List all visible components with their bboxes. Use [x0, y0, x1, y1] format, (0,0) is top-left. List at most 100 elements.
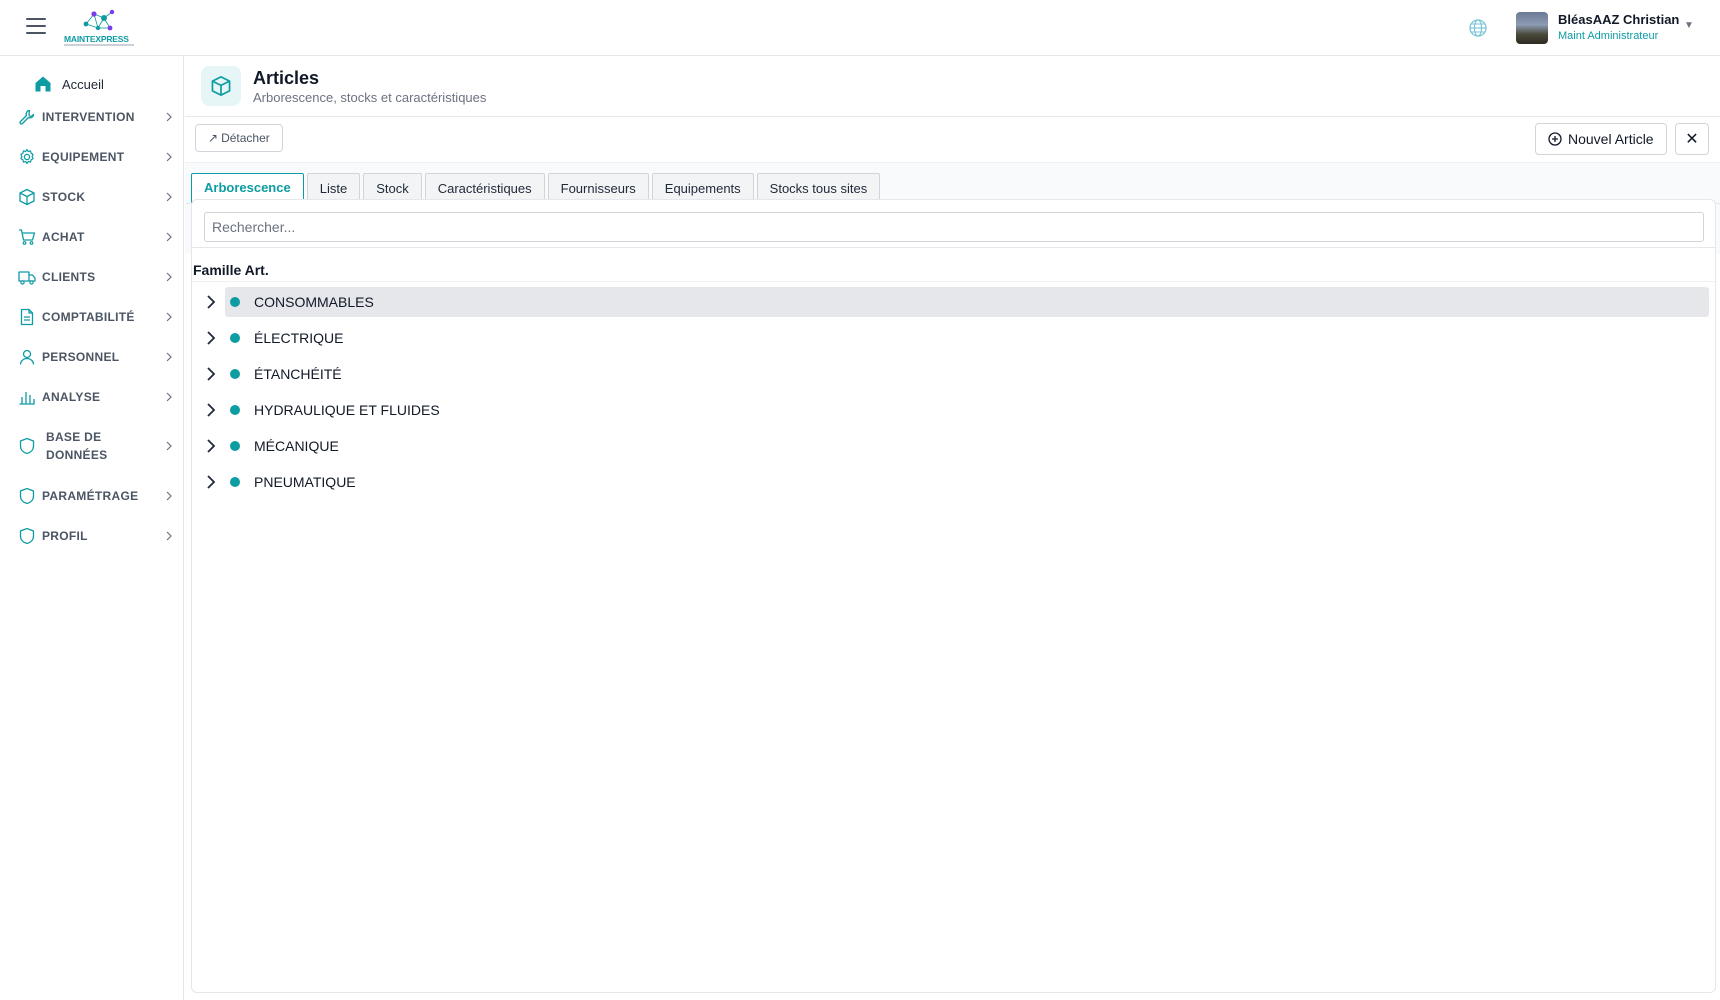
hamburger-menu-icon[interactable]	[26, 18, 46, 36]
chevron-right-icon	[166, 232, 172, 242]
chevron-right-icon	[166, 392, 172, 402]
page-icon	[201, 66, 241, 106]
box-icon	[19, 188, 35, 206]
chevron-right-icon	[166, 272, 172, 282]
tree-node-label: ÉTANCHÉITÉ	[254, 366, 342, 382]
tree-node-label: CONSOMMABLES	[254, 294, 374, 310]
main-content: Articles Arborescence, stocks et caracté…	[185, 56, 1720, 1000]
tree-column-header: Famille Art.	[192, 260, 1715, 282]
tree-node-pneumatique[interactable]: PNEUMATIQUE	[192, 464, 1715, 500]
sidebar-item-label: STOCK	[42, 190, 86, 204]
chevron-right-icon	[166, 441, 172, 451]
new-article-label: Nouvel Article	[1568, 131, 1654, 147]
tree-node-label: PNEUMATIQUE	[254, 474, 356, 490]
search-bar	[192, 200, 1715, 248]
avatar[interactable]	[1516, 12, 1548, 44]
sidebar-item-analyse[interactable]: ANALYSE	[18, 388, 174, 406]
sidebar-item-achat[interactable]: ACHAT	[18, 228, 174, 246]
box-icon	[211, 75, 231, 97]
tree-node-label: MÉCANIQUE	[254, 438, 339, 454]
tree-node-consommables[interactable]: CONSOMMABLES	[192, 284, 1715, 320]
chevron-right-icon[interactable]	[205, 366, 217, 382]
chevron-down-icon[interactable]: ▼	[1684, 20, 1694, 31]
chevron-right-icon	[166, 312, 172, 322]
sidebar-item-label: COMPTABILITÉ	[42, 310, 135, 324]
tree-node-label: ÉLECTRIQUE	[254, 330, 344, 346]
chevron-right-icon	[166, 152, 172, 162]
shield-icon	[19, 527, 35, 545]
chevron-right-icon	[166, 192, 172, 202]
chevron-right-icon[interactable]	[205, 402, 217, 418]
shield-icon	[19, 437, 35, 455]
tree-node-etancheite[interactable]: ÉTANCHÉITÉ	[192, 356, 1715, 392]
page-title: Articles	[253, 68, 320, 88]
status-dot	[230, 405, 240, 415]
sidebar-item-base-de-donnees[interactable]: BASE DE DONNÉES	[18, 428, 174, 464]
sidebar-item-label: CLIENTS	[42, 270, 96, 284]
sidebar-item-label: ACHAT	[42, 230, 85, 244]
sidebar-item-parametrage[interactable]: PARAMÉTRAGE	[18, 487, 174, 505]
sidebar-item-stock[interactable]: STOCK	[18, 188, 174, 206]
logo-tagline	[64, 44, 134, 46]
logo-text: MAINTEXPRESS	[64, 34, 129, 44]
user-role: Maint Administrateur	[1558, 30, 1659, 42]
chevron-right-icon[interactable]	[205, 438, 217, 454]
detach-button[interactable]: ↗ Détacher	[195, 124, 283, 152]
chevron-right-icon[interactable]	[205, 330, 217, 346]
sidebar-item-label: EQUIPEMENT	[42, 150, 125, 164]
sidebar-item-intervention[interactable]: INTERVENTION	[18, 108, 174, 126]
tree-node-label: HYDRAULIQUE ET FLUIDES	[254, 402, 440, 418]
sidebar-item-accueil[interactable]: Accueil	[34, 72, 104, 96]
truck-icon	[18, 271, 36, 285]
sidebar-item-equipement[interactable]: EQUIPEMENT	[18, 148, 174, 166]
chevron-right-icon	[166, 112, 172, 122]
sidebar-item-label: ANALYSE	[42, 390, 101, 404]
chevron-right-icon	[166, 491, 172, 501]
chevron-right-icon	[166, 531, 172, 541]
chevron-right-icon[interactable]	[205, 474, 217, 490]
sidebar-item-clients[interactable]: CLIENTS	[18, 268, 174, 286]
sidebar-item-label: Accueil	[62, 76, 104, 92]
sidebar-item-comptabilite[interactable]: COMPTABILITÉ	[18, 308, 174, 326]
app-logo[interactable]: MAINTEXPRESS	[64, 8, 136, 48]
bar-chart-icon	[19, 392, 35, 405]
tree-node-hydraulique-et-fluides[interactable]: HYDRAULIQUE ET FLUIDES	[192, 392, 1715, 428]
search-input[interactable]	[204, 212, 1704, 242]
new-article-button[interactable]: Nouvel Article	[1535, 123, 1667, 155]
plus-circle-icon	[1548, 132, 1562, 146]
document-icon	[20, 308, 34, 326]
chevron-right-icon[interactable]	[205, 294, 217, 310]
tree-node-electrique[interactable]: ÉLECTRIQUE	[192, 320, 1715, 356]
top-bar: MAINTEXPRESS BléasAAZ Christian Maint Ad…	[0, 0, 1720, 56]
detach-label: Détacher	[221, 131, 270, 145]
sidebar-item-label: PERSONNEL	[42, 350, 120, 364]
tree-view: CONSOMMABLES ÉLECTRIQUE ÉTANCHÉITÉ HYDRA…	[192, 284, 1715, 500]
arrow-up-right-icon: ↗	[208, 131, 219, 145]
sidebar-item-label: INTERVENTION	[42, 110, 135, 124]
status-dot	[230, 333, 240, 343]
status-dot	[230, 369, 240, 379]
status-dot	[230, 441, 240, 451]
status-dot	[230, 477, 240, 487]
globe-icon[interactable]	[1468, 18, 1488, 38]
cart-icon	[19, 229, 36, 245]
home-icon	[35, 76, 51, 92]
user-name[interactable]: BléasAAZ Christian	[1558, 12, 1679, 27]
tree-node-mecanique[interactable]: MÉCANIQUE	[192, 428, 1715, 464]
page-subtitle: Arborescence, stocks et caractéristiques	[253, 90, 487, 105]
close-button[interactable]: ✕	[1675, 123, 1709, 155]
sidebar-item-label: BASE DE DONNÉES	[46, 430, 108, 462]
wrench-icon	[19, 109, 35, 125]
status-dot	[230, 297, 240, 307]
column-header-label: Famille Art.	[193, 262, 269, 278]
sidebar-item-label: PROFIL	[42, 529, 88, 543]
divider	[185, 116, 1720, 117]
tree-panel: Famille Art. CONSOMMABLES ÉLECTRIQUE ÉTA…	[191, 199, 1716, 993]
chevron-right-icon	[166, 352, 172, 362]
gear-icon	[20, 148, 34, 165]
sidebar-item-profil[interactable]: PROFIL	[18, 527, 174, 545]
sidebar-item-personnel[interactable]: PERSONNEL	[18, 348, 174, 366]
close-icon: ✕	[1685, 131, 1699, 148]
sidebar-item-label: PARAMÉTRAGE	[42, 489, 139, 503]
shield-icon	[19, 487, 35, 505]
